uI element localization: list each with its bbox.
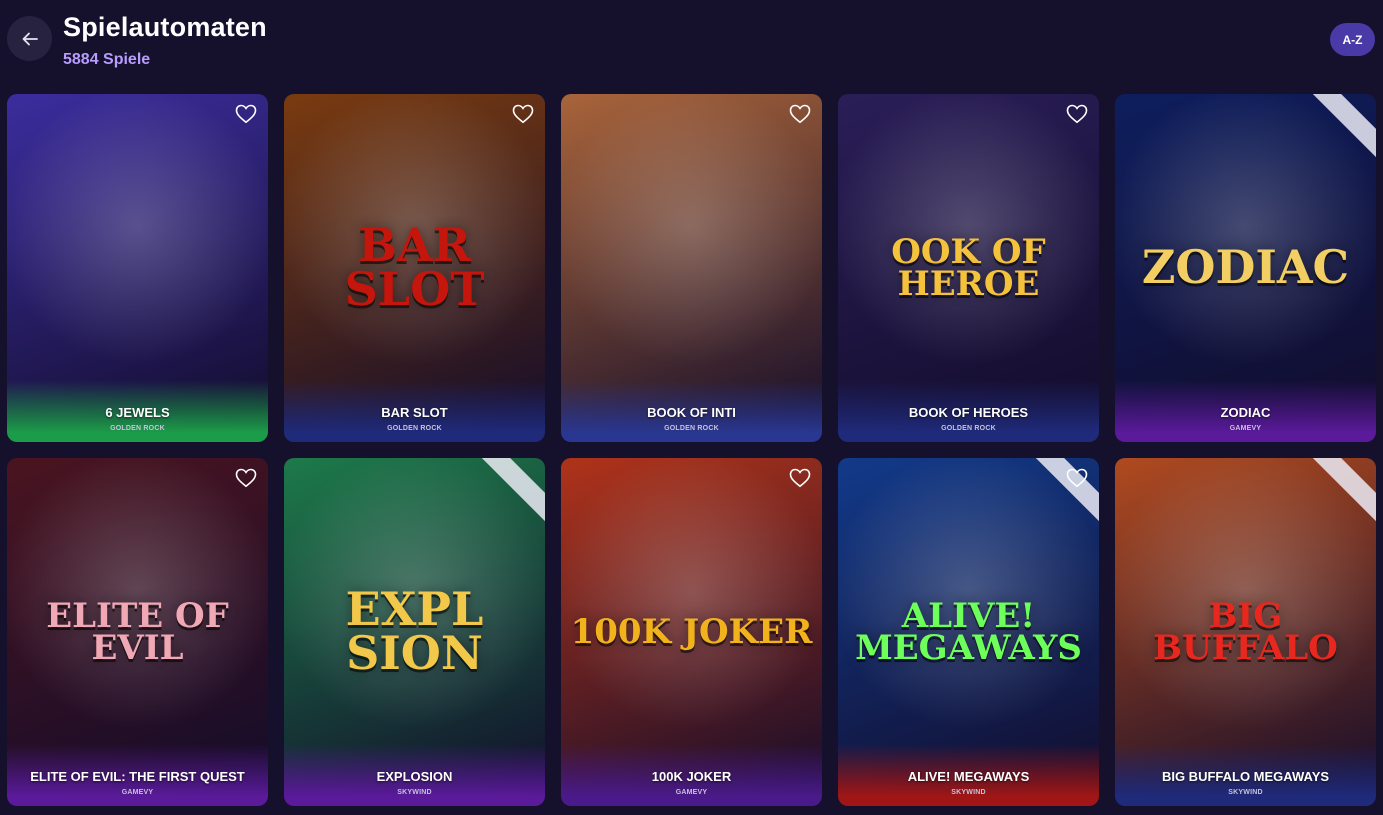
game-card[interactable]: BAR SLOT BAR SLOT GOLDEN ROCK — [284, 94, 545, 442]
game-title: ZODIAC — [1220, 405, 1271, 420]
game-card[interactable]: OOK OF HEROE BOOK OF HEROES GOLDEN ROCK — [838, 94, 1099, 442]
game-card[interactable]: EXPL SION EXPLOSION SKYWIND — [284, 458, 545, 806]
game-logo: EXPL SION — [345, 582, 484, 680]
heart-outline-icon — [1066, 104, 1088, 124]
game-card[interactable]: ZODIAC ZODIAC GAMEVY — [1115, 94, 1376, 442]
favorite-button[interactable] — [788, 467, 812, 489]
game-logo: BAR SLOT — [344, 218, 485, 316]
heart-outline-icon — [512, 104, 534, 124]
heart-outline-icon — [235, 104, 257, 124]
game-title: BOOK OF INTI — [647, 405, 736, 420]
sort-az-button[interactable]: A-Z — [1330, 23, 1375, 56]
game-title: ALIVE! MEGAWAYS — [907, 769, 1030, 784]
game-provider: GAMEVY — [121, 789, 154, 796]
game-count: 5884 Spiele — [63, 51, 151, 68]
game-logo: ALIVE! MEGAWAYS — [855, 595, 1082, 668]
arrow-left-icon — [22, 32, 38, 45]
heart-outline-icon — [235, 468, 257, 488]
game-provider: GOLDEN ROCK — [110, 425, 165, 432]
game-logo: ELITE OF EVIL — [46, 595, 229, 668]
game-title: ELITE OF EVIL: THE FIRST QUEST — [30, 769, 245, 784]
game-provider: GOLDEN ROCK — [387, 425, 442, 432]
game-provider: GAMEVY — [1229, 425, 1262, 432]
game-provider: GOLDEN ROCK — [941, 425, 996, 432]
game-title: 100K JOKER — [651, 769, 732, 784]
game-provider: SKYWIND — [397, 789, 432, 796]
game-card[interactable]: 100K JOKER 100K JOKER GAMEVY — [561, 458, 822, 806]
page-header: Spielautomaten 5884 Spiele A-Z — [0, 0, 1383, 86]
game-title: BAR SLOT — [381, 405, 448, 420]
game-title: BOOK OF HEROES — [908, 405, 1029, 420]
game-provider: GOLDEN ROCK — [664, 425, 719, 432]
game-provider: SKYWIND — [1228, 789, 1263, 796]
game-card[interactable]: ALIVE! MEGAWAYS ALIVE! MEGAWAYS SKYWIND — [838, 458, 1099, 806]
favorite-button[interactable] — [234, 103, 258, 125]
game-card[interactable]: ELITE OF EVIL ELITE OF EVIL: THE FIRST QU… — [7, 458, 268, 806]
game-card[interactable]: BIG BUFFALO BIG BUFFALO MEGAWAYS SKYWIND — [1115, 458, 1376, 806]
game-provider: GAMEVY — [675, 789, 708, 796]
game-card[interactable]: 6 JEWELS GOLDEN ROCK — [7, 94, 268, 442]
heart-outline-icon — [789, 104, 811, 124]
game-provider: SKYWIND — [951, 789, 986, 796]
favorite-button[interactable] — [234, 467, 258, 489]
heart-outline-icon — [1066, 468, 1088, 488]
game-logo: 100K JOKER — [570, 611, 813, 652]
game-title: BIG BUFFALO MEGAWAYS — [1161, 769, 1330, 784]
back-button[interactable] — [7, 16, 52, 61]
game-grid: 6 JEWELS GOLDEN ROCK BAR SLOT BAR SLOT GOLDE… — [7, 94, 1376, 806]
favorite-button[interactable] — [511, 103, 535, 125]
game-logo: ZODIAC — [1141, 240, 1350, 295]
heart-outline-icon — [789, 468, 811, 488]
game-title: 6 JEWELS — [105, 405, 170, 420]
favorite-button[interactable] — [1065, 103, 1089, 125]
game-logo: OOK OF HEROE — [891, 231, 1046, 304]
game-card[interactable]: BOOK OF INTI GOLDEN ROCK — [561, 94, 822, 442]
game-logo: BIG BUFFALO — [1153, 595, 1338, 668]
favorite-button[interactable] — [788, 103, 812, 125]
page-title: Spielautomaten — [63, 12, 267, 42]
favorite-button[interactable] — [1065, 467, 1089, 489]
game-title: EXPLOSION — [376, 769, 453, 784]
